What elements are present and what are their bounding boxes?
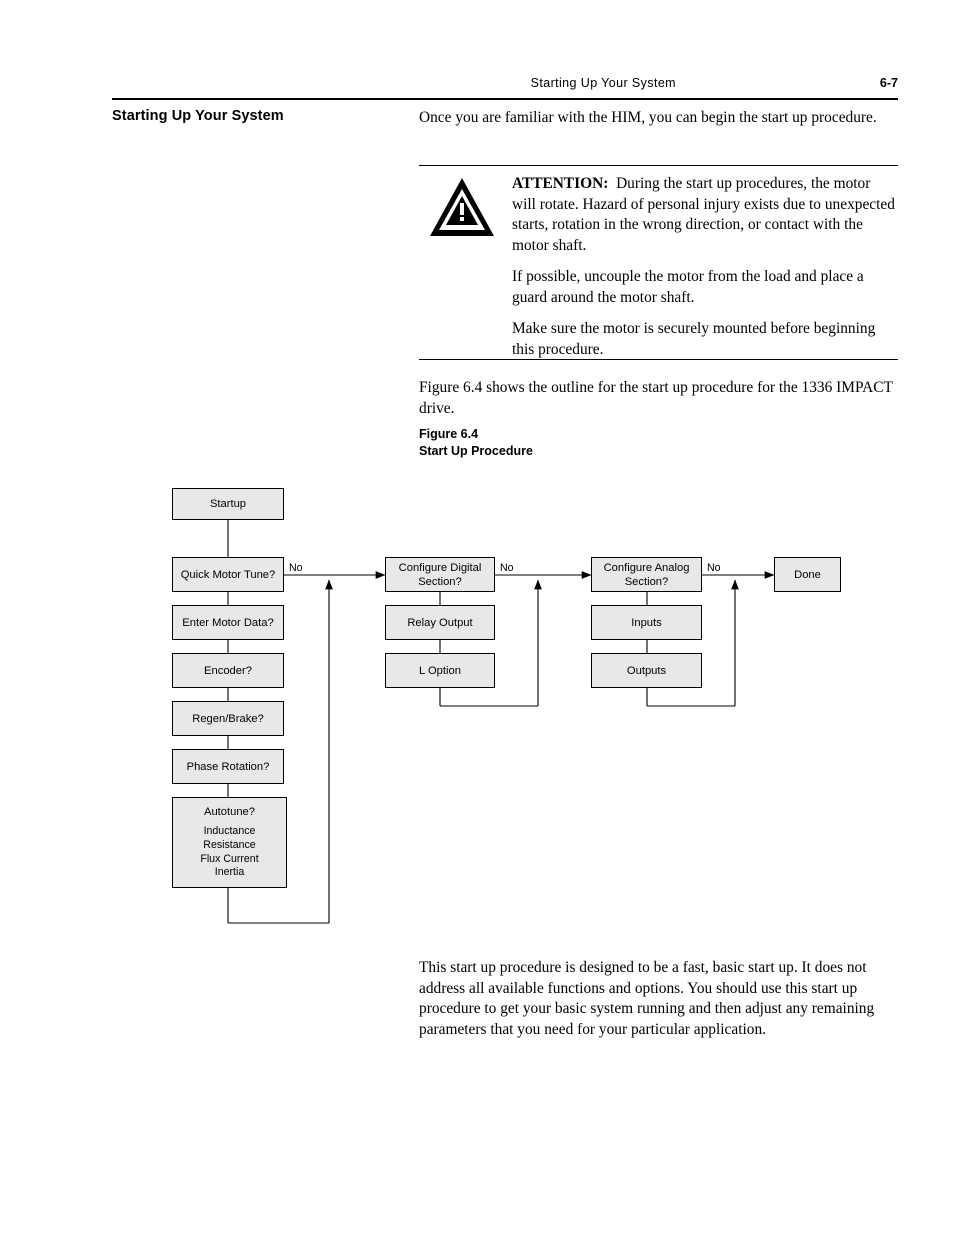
flow-node-done-label: Done — [794, 568, 821, 581]
flow-node-relay-output-label: Relay Output — [407, 616, 473, 629]
flow-node-configure-analog-section-label: Configure Analog Section? — [603, 561, 690, 588]
flow-node-autotune-sub-2: Resistance — [203, 838, 256, 851]
flow-node-regen-brake[interactable]: Regen/Brake? — [172, 701, 284, 736]
flow-node-phase-rotation-label: Phase Rotation? — [186, 760, 270, 773]
figure-caption-line2: Start Up Procedure — [419, 443, 533, 458]
flow-label-no-2: No — [500, 562, 514, 574]
figure-intro-paragraph: Figure 6.4 shows the outline for the sta… — [419, 379, 893, 417]
flow-node-autotune-label: Autotune? — [203, 806, 255, 819]
flow-node-regen-brake-label: Regen/Brake? — [192, 712, 264, 725]
flow-node-l-option-label: L Option — [419, 664, 461, 677]
header-divider — [112, 98, 898, 100]
attention-paragraph-1: ATTENTION: During the start up procedure… — [512, 174, 898, 256]
attention-paragraph-2: If possible, uncouple the motor from the… — [512, 268, 864, 306]
flow-node-autotune-sub-1: Inductance — [203, 825, 256, 838]
flow-label-no-1: No — [289, 562, 303, 574]
flow-node-encoder-label: Encoder? — [204, 664, 252, 677]
flow-node-configure-digital-section[interactable]: Configure Digital Section? — [385, 557, 495, 592]
header-title: Starting Up Your System — [530, 76, 676, 90]
closing-paragraph: This start up procedure is designed to b… — [419, 959, 875, 1038]
flowchart-connectors — [227, 520, 775, 924]
figure-caption-line1: Figure 6.4 — [419, 427, 479, 441]
flow-node-outputs-label: Outputs — [626, 664, 667, 677]
flow-node-inputs[interactable]: Inputs — [591, 605, 702, 640]
intro-paragraph-block: Once you are familiar with the HIM, you … — [419, 108, 898, 129]
page-header: Starting Up Your System 6-7 — [112, 76, 898, 102]
attention-body: ATTENTION: During the start up procedure… — [512, 174, 898, 371]
flow-node-relay-output[interactable]: Relay Output — [385, 605, 495, 640]
flow-node-inputs-label: Inputs — [631, 616, 662, 629]
figure-intro-block: Figure 6.4 shows the outline for the sta… — [419, 378, 898, 419]
intro-paragraph: Once you are familiar with the HIM, you … — [419, 109, 877, 126]
attention-bottom-divider — [419, 359, 898, 361]
attention-lead: ATTENTION: — [512, 175, 609, 192]
closing-paragraph-block: This start up procedure is designed to b… — [419, 958, 898, 1040]
header-page-number: 6-7 — [879, 76, 898, 90]
flow-node-encoder[interactable]: Encoder? — [172, 653, 284, 688]
flow-node-configure-digital-section-label: Configure Digital Section? — [398, 561, 482, 588]
flow-node-l-option[interactable]: L Option — [385, 653, 495, 688]
flow-node-done[interactable]: Done — [774, 557, 841, 592]
flow-label-no-3: No — [707, 562, 721, 574]
flow-node-enter-motor-data[interactable]: Enter Motor Data? — [172, 605, 284, 640]
flow-node-startup-label: Startup — [209, 498, 247, 510]
flow-node-startup[interactable]: Startup — [172, 488, 284, 520]
flow-node-quick-motor-tune-label: Quick Motor Tune? — [180, 568, 276, 581]
warning-triangle-icon — [428, 176, 496, 238]
flow-node-enter-motor-data-label: Enter Motor Data? — [182, 616, 274, 629]
flow-node-outputs[interactable]: Outputs — [591, 653, 702, 688]
flow-node-autotune-sub-4: Inertia — [214, 866, 245, 879]
startup-procedure-flowchart: Startup Quick Motor Tune? Enter Motor Da… — [0, 470, 954, 940]
page-title: Starting Up Your System — [112, 108, 284, 124]
figure-caption: Figure 6.4 Start Up Procedure — [419, 426, 533, 459]
attention-paragraph-3: Make sure the motor is securely mounted … — [512, 320, 876, 358]
document-page: Starting Up Your System 6-7 Starting Up … — [0, 0, 954, 1235]
flow-node-configure-analog-section[interactable]: Configure Analog Section? — [591, 557, 702, 592]
flow-node-autotune-sub-3: Flux Current — [200, 852, 259, 865]
flow-node-phase-rotation[interactable]: Phase Rotation? — [172, 749, 284, 784]
flow-node-autotune[interactable]: Autotune? Inductance Resistance Flux Cur… — [172, 797, 287, 888]
flow-node-quick-motor-tune[interactable]: Quick Motor Tune? — [172, 557, 284, 592]
attention-top-divider — [419, 165, 898, 167]
